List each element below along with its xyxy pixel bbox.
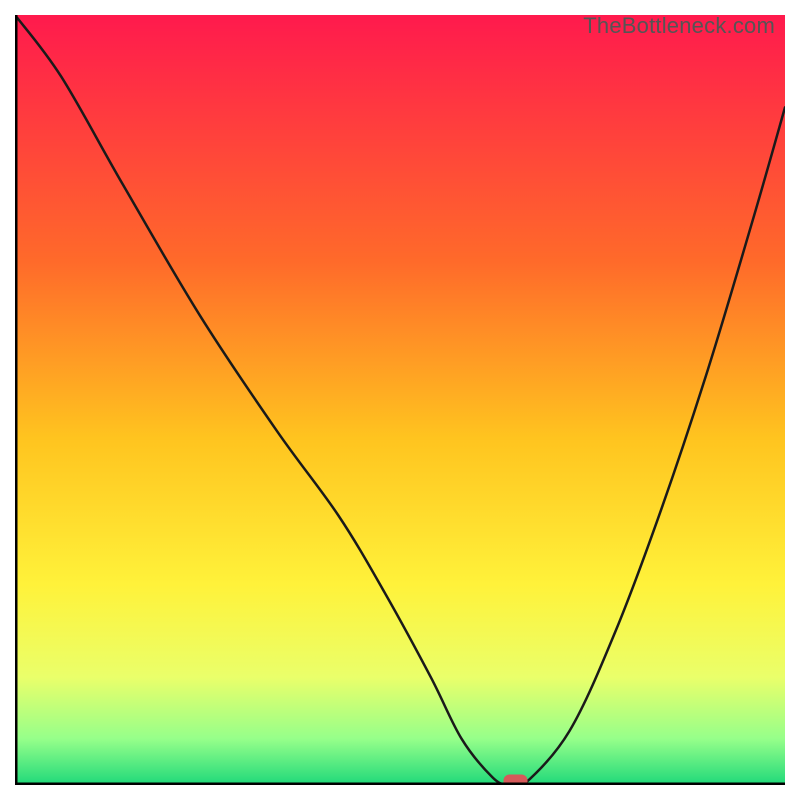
gradient-background	[15, 15, 785, 785]
bottleneck-chart: TheBottleneck.com	[15, 15, 785, 785]
watermark-label: TheBottleneck.com	[583, 13, 775, 39]
plot-area	[15, 15, 785, 785]
